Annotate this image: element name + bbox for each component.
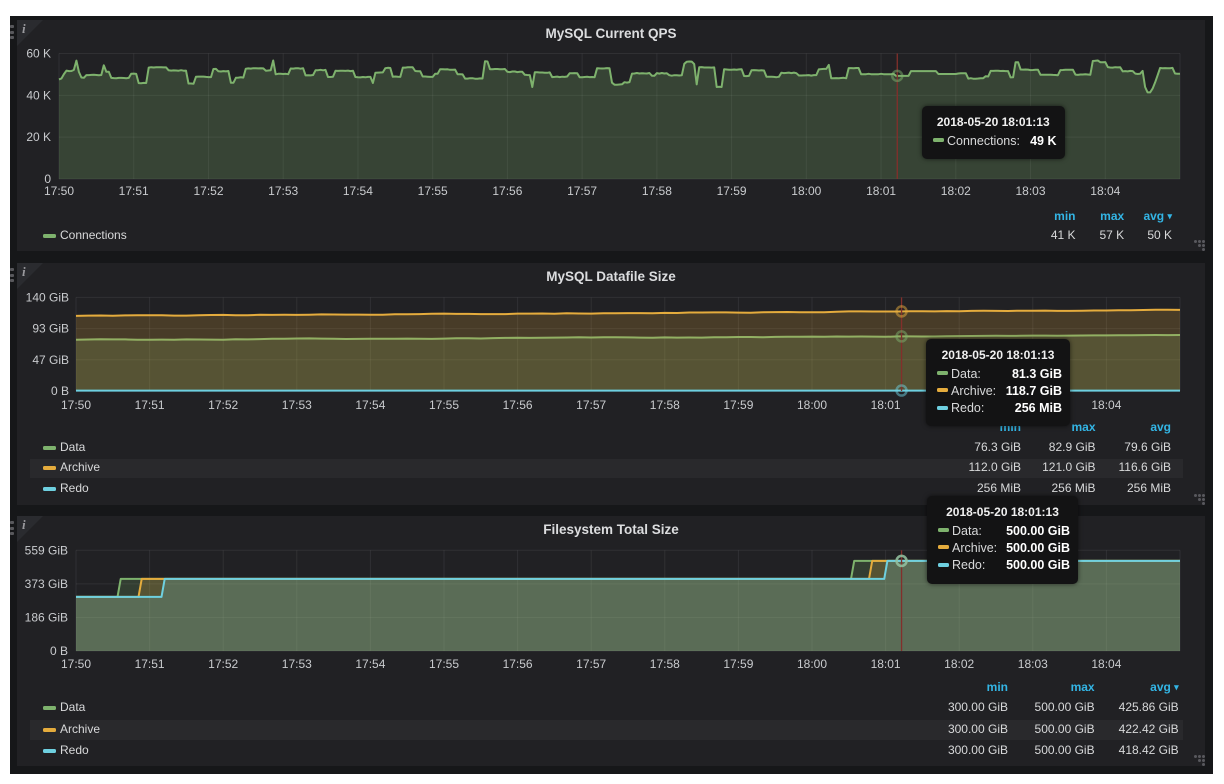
svg-text:18:04: 18:04 — [1091, 657, 1121, 671]
svg-text:17:59: 17:59 — [723, 657, 753, 671]
svg-text:20 K: 20 K — [26, 130, 51, 144]
svg-text:17:51: 17:51 — [135, 657, 165, 671]
svg-text:18:03: 18:03 — [1015, 184, 1045, 198]
svg-text:17:59: 17:59 — [717, 184, 747, 198]
svg-text:17:56: 17:56 — [503, 398, 533, 412]
svg-text:18:04: 18:04 — [1090, 184, 1120, 198]
svg-text:17:50: 17:50 — [61, 657, 91, 671]
svg-text:17:50: 17:50 — [44, 184, 74, 198]
svg-text:17:53: 17:53 — [268, 184, 298, 198]
svg-text:17:51: 17:51 — [135, 398, 165, 412]
svg-text:17:57: 17:57 — [567, 184, 597, 198]
svg-text:17:55: 17:55 — [418, 184, 448, 198]
svg-text:17:56: 17:56 — [492, 184, 522, 198]
svg-text:17:58: 17:58 — [650, 398, 680, 412]
svg-text:17:50: 17:50 — [61, 398, 91, 412]
svg-text:18:01: 18:01 — [866, 184, 896, 198]
svg-text:18:01: 18:01 — [871, 398, 901, 412]
svg-text:17:55: 17:55 — [429, 398, 459, 412]
svg-text:559 GiB: 559 GiB — [25, 543, 68, 557]
svg-text:186 GiB: 186 GiB — [25, 610, 68, 624]
svg-text:17:58: 17:58 — [650, 657, 680, 671]
svg-text:17:54: 17:54 — [355, 398, 385, 412]
svg-text:18:00: 18:00 — [797, 398, 827, 412]
svg-text:17:52: 17:52 — [208, 398, 238, 412]
svg-text:18:01: 18:01 — [871, 657, 901, 671]
svg-text:17:53: 17:53 — [282, 657, 312, 671]
svg-text:0 B: 0 B — [50, 644, 68, 658]
svg-text:40 K: 40 K — [26, 88, 51, 102]
svg-text:47 GiB: 47 GiB — [32, 353, 69, 367]
svg-text:18:03: 18:03 — [1018, 657, 1048, 671]
svg-text:140 GiB: 140 GiB — [26, 290, 69, 304]
svg-text:18:04: 18:04 — [1091, 398, 1121, 412]
svg-text:17:57: 17:57 — [576, 657, 606, 671]
svg-text:17:54: 17:54 — [355, 657, 385, 671]
svg-text:17:56: 17:56 — [503, 657, 533, 671]
svg-text:17:54: 17:54 — [343, 184, 373, 198]
svg-text:18:00: 18:00 — [797, 657, 827, 671]
svg-text:17:58: 17:58 — [642, 184, 672, 198]
svg-text:93 GiB: 93 GiB — [32, 322, 69, 336]
svg-text:0 B: 0 B — [51, 384, 69, 398]
svg-text:60 K: 60 K — [26, 47, 51, 61]
svg-text:17:52: 17:52 — [193, 184, 223, 198]
svg-text:18:02: 18:02 — [944, 657, 974, 671]
svg-text:17:59: 17:59 — [723, 398, 753, 412]
svg-text:17:51: 17:51 — [119, 184, 149, 198]
svg-text:17:57: 17:57 — [576, 398, 606, 412]
svg-text:17:55: 17:55 — [429, 657, 459, 671]
svg-text:373 GiB: 373 GiB — [25, 577, 68, 591]
svg-text:17:52: 17:52 — [208, 657, 238, 671]
svg-text:17:53: 17:53 — [282, 398, 312, 412]
svg-text:18:00: 18:00 — [791, 184, 821, 198]
svg-text:18:02: 18:02 — [941, 184, 971, 198]
